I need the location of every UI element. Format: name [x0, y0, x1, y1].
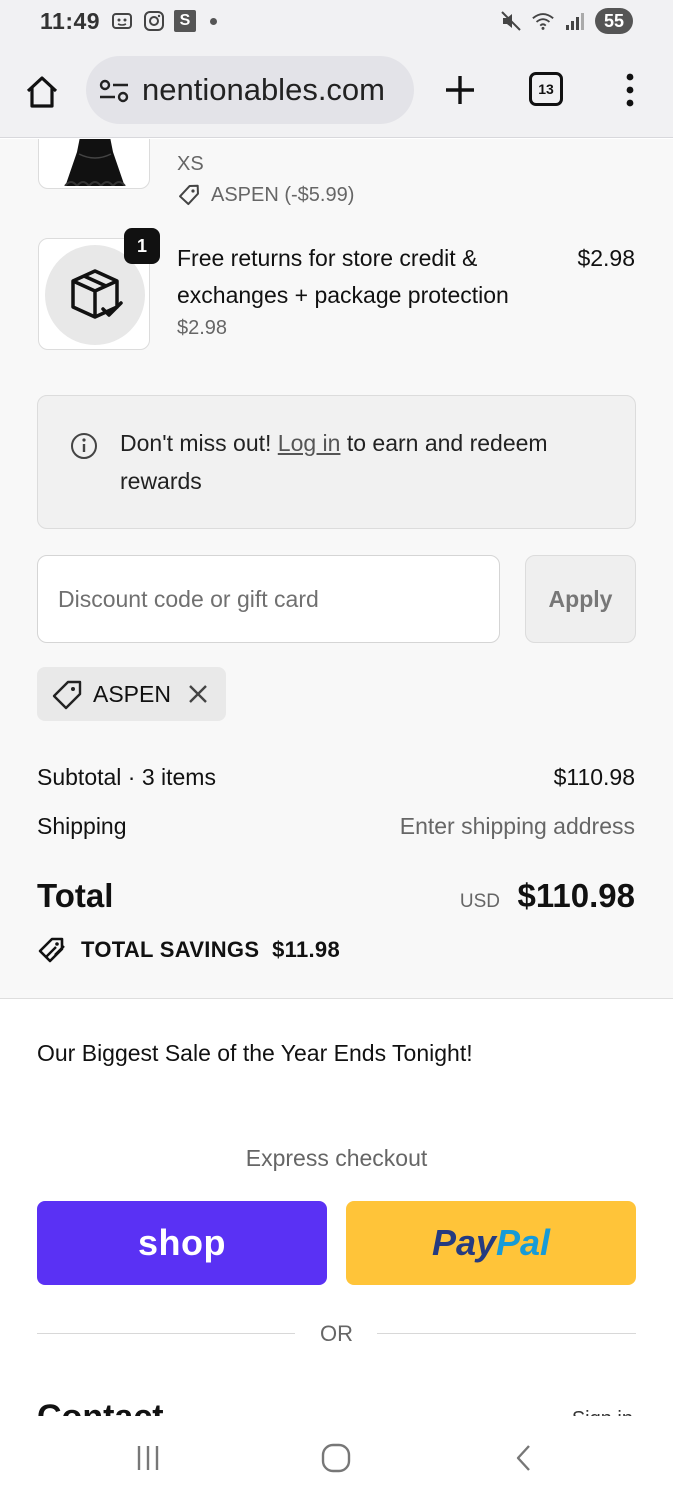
more-vert-icon[interactable]: [620, 72, 640, 108]
home-icon[interactable]: [22, 72, 62, 112]
tab-count-button[interactable]: 13: [529, 72, 563, 106]
promo-text: Our Biggest Sale of the Year Ends Tonigh…: [37, 1040, 473, 1066]
status-icons-right: 55: [499, 8, 633, 34]
rewards-line2: rewards: [120, 468, 202, 494]
total-currency: USD: [459, 891, 500, 912]
plus-icon[interactable]: [440, 70, 480, 110]
s-app-icon: S: [174, 10, 196, 32]
screenshot-icon: [110, 9, 134, 33]
shipping-value: Enter shipping address: [399, 813, 635, 839]
info-icon: [70, 432, 98, 460]
apply-button[interactable]: Apply: [525, 555, 636, 643]
status-bar: 11:49 S 55: [0, 0, 673, 44]
battery-indicator: 55: [595, 8, 633, 34]
tag-icon: [51, 679, 83, 711]
item-variant: XS: [177, 153, 204, 175]
product-image: [43, 139, 145, 188]
instagram-icon: [142, 9, 166, 33]
wifi-icon: [531, 9, 555, 33]
shipping-label: Shipping: [37, 813, 127, 839]
item-title-line1: Free returns for store credit &: [177, 245, 478, 271]
product-thumbnail: [38, 139, 150, 189]
rewards-line1: Don't miss out! Log in to earn and redee…: [120, 430, 548, 457]
browser-toolbar: nentionables.com 13: [0, 44, 673, 138]
url-text: nentionables.com: [142, 72, 385, 107]
applied-code-chip: ASPEN: [37, 667, 226, 721]
site-settings-icon[interactable]: [98, 78, 130, 104]
signal-icon: [563, 9, 587, 33]
applied-code-label: ASPEN: [93, 681, 171, 707]
quantity-badge: 1: [124, 228, 160, 264]
savings-value: $11.98: [272, 937, 341, 962]
notification-dot: [210, 17, 217, 25]
address-bar[interactable]: nentionables.com: [86, 56, 414, 124]
login-link[interactable]: Log in: [278, 430, 341, 456]
total-savings: TOTAL SAVINGS $11.98: [81, 937, 340, 963]
item-title-line2: exchanges + package protection: [177, 282, 509, 308]
divider-right: [377, 1333, 636, 1334]
subtotal-label: Subtotal · 3 items: [37, 764, 216, 790]
back-icon[interactable]: [505, 1438, 545, 1478]
item-discount-label: ASPEN (-$5.99): [211, 183, 355, 206]
system-nav-bar: [0, 1416, 673, 1500]
express-checkout-label: Express checkout: [245, 1145, 428, 1171]
total-amount: $110.98: [517, 877, 635, 914]
status-time: 11:49: [40, 8, 101, 34]
paypal-logo-pal: Pal: [496, 1222, 551, 1263]
item-discount: ASPEN (-$5.99): [177, 183, 354, 207]
item-price: $2.98: [577, 245, 635, 271]
shop-pay-button[interactable]: shop: [37, 1201, 327, 1285]
order-summary: XS ASPEN (-$5.99) 1 Free returns for sto…: [0, 139, 673, 999]
mute-icon: [499, 9, 523, 33]
or-label: OR: [320, 1321, 353, 1346]
remove-code-icon[interactable]: [187, 683, 209, 705]
rewards-banner: Don't miss out! Log in to earn and redee…: [37, 395, 636, 529]
home-nav-icon[interactable]: [316, 1438, 356, 1478]
savings-tag-icon: [37, 935, 69, 965]
status-icons-left: S: [110, 9, 217, 33]
paypal-button[interactable]: PayPal: [346, 1201, 636, 1285]
tag-icon: [177, 183, 201, 207]
rewards-prefix: Don't miss out!: [120, 430, 272, 456]
subtotal-value: $110.98: [553, 764, 635, 790]
discount-code-input[interactable]: [37, 555, 500, 643]
item-unit-price: $2.98: [177, 317, 228, 339]
lingerie-image: [64, 139, 126, 188]
savings-label: TOTAL SAVINGS: [81, 937, 260, 962]
paypal-logo-pay: Pay: [431, 1222, 496, 1263]
recent-apps-icon[interactable]: [128, 1438, 168, 1478]
total-label: Total: [37, 877, 114, 914]
rewards-suffix: to earn and redeem: [346, 430, 548, 456]
